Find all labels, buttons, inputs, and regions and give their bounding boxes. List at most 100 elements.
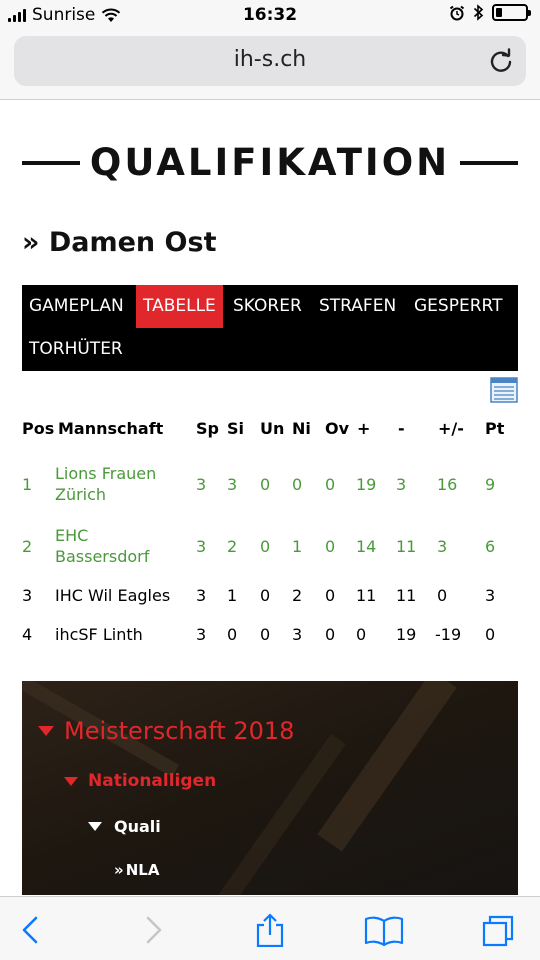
row-pt: 9 — [485, 475, 496, 494]
table-row: 2 EHC Bassersdorf 3 2 0 1 0 14 11 3 6 — [22, 523, 518, 567]
league-title: » Damen Ost — [22, 227, 217, 258]
row-pt: 0 — [485, 625, 496, 644]
row-team-line2[interactable]: Zürich — [55, 484, 106, 505]
page-content: QUALIFIKATION » Damen Ost GAMEPLAN TABEL… — [0, 101, 540, 895]
menu-label[interactable]: Meisterschaft 2018 — [64, 717, 294, 745]
row-diff: -19 — [435, 625, 462, 644]
row-un: 0 — [260, 475, 271, 494]
bookmarks-icon[interactable] — [364, 913, 404, 947]
row-pt: 6 — [485, 537, 496, 556]
menu-nationalligen[interactable]: Nationalligen — [64, 771, 216, 791]
col-team: Mannschaft — [58, 419, 164, 438]
row-ni: 0 — [292, 475, 303, 494]
tab-skorer[interactable]: SKORER — [226, 285, 309, 328]
url-text[interactable]: ih-s.ch — [14, 47, 526, 72]
caret-down-icon — [38, 726, 54, 736]
double-chevron-icon: » — [114, 861, 124, 879]
col-ov: Ov — [325, 419, 350, 438]
row-sp: 3 — [196, 625, 207, 644]
menu-meisterschaft-2018[interactable]: Meisterschaft 2018 — [38, 717, 294, 745]
bluetooth-icon — [473, 4, 484, 21]
row-team-line1[interactable]: Lions Frauen — [55, 463, 156, 484]
row-team[interactable]: ihcSF Linth — [55, 625, 143, 644]
browser-address-bar: ih-s.ch — [0, 30, 540, 100]
row-plus: 11 — [356, 586, 377, 605]
row-team-line1[interactable]: EHC — [55, 525, 88, 546]
url-field[interactable]: ih-s.ch — [14, 36, 526, 86]
row-team-line2[interactable]: Bassersdorf — [55, 546, 149, 567]
heading-rule-right — [460, 161, 518, 165]
row-plus: 19 — [356, 475, 377, 494]
row-un: 0 — [260, 537, 271, 556]
row-pos: 2 — [22, 537, 33, 556]
row-si: 2 — [227, 537, 238, 556]
row-si: 1 — [227, 586, 238, 605]
row-minus: 3 — [396, 475, 407, 494]
row-un: 0 — [260, 625, 271, 644]
tab-gesperrt[interactable]: GESPERRT — [407, 285, 509, 328]
row-team[interactable]: IHC Wil Eagles — [55, 586, 170, 605]
reload-icon[interactable] — [488, 48, 514, 74]
col-si: Si — [227, 419, 245, 438]
tab-gameplan[interactable]: GAMEPLAN — [22, 285, 131, 328]
menu-label[interactable]: Nationalligen — [88, 771, 216, 791]
table-row: 4 ihcSF Linth 3 0 0 3 0 0 19 -19 0 — [22, 623, 518, 647]
forward-icon[interactable] — [134, 913, 170, 947]
row-sp: 3 — [196, 537, 207, 556]
page-heading: QUALIFIKATION — [22, 141, 518, 191]
table-header-row: Pos Mannschaft Sp Si Un Ni Ov + - +/- Pt — [22, 411, 518, 447]
col-sp: Sp — [196, 419, 219, 438]
row-plus: 14 — [356, 537, 377, 556]
row-pos: 1 — [22, 475, 33, 494]
row-ni: 2 — [292, 586, 303, 605]
caret-down-icon — [64, 776, 78, 786]
share-icon[interactable] — [252, 913, 288, 947]
page-title: QUALIFIKATION — [89, 141, 451, 184]
row-pos: 4 — [22, 625, 33, 644]
row-pt: 3 — [485, 586, 496, 605]
col-un: Un — [260, 419, 285, 438]
row-ov: 0 — [325, 625, 336, 644]
tabs-icon[interactable] — [480, 913, 516, 947]
tab-tabelle[interactable]: TABELLE — [136, 285, 223, 328]
col-minus: - — [398, 419, 405, 438]
row-ov: 0 — [325, 586, 336, 605]
col-plus: + — [357, 419, 371, 438]
table-row: 1 Lions Frauen Zürich 3 3 0 0 0 19 3 16 … — [22, 461, 518, 505]
row-diff: 3 — [437, 537, 448, 556]
row-ni: 1 — [292, 537, 303, 556]
row-diff: 16 — [437, 475, 458, 494]
menu-label[interactable]: NLA — [126, 861, 160, 879]
battery-level — [496, 8, 502, 17]
row-ni: 3 — [292, 625, 303, 644]
caret-down-icon — [88, 822, 102, 831]
col-diff: +/- — [438, 419, 464, 438]
alarm-icon — [449, 5, 465, 20]
row-sp: 3 — [196, 475, 207, 494]
row-ov: 0 — [325, 537, 336, 556]
row-plus: 0 — [356, 625, 367, 644]
tab-torhueter[interactable]: TORHÜTER — [22, 328, 130, 371]
row-minus: 11 — [396, 586, 417, 605]
row-sp: 3 — [196, 586, 207, 605]
battery-icon — [492, 4, 531, 21]
navigation-panel: Meisterschaft 2018 Nationalligen Quali »… — [22, 681, 518, 895]
status-right — [449, 4, 531, 21]
menu-nla[interactable]: » NLA — [114, 861, 159, 879]
col-pos: Pos — [22, 419, 55, 438]
tab-strafen[interactable]: STRAFEN — [312, 285, 403, 328]
menu-quali[interactable]: Quali — [88, 817, 161, 836]
col-pt: Pt — [485, 419, 505, 438]
table-view-icon[interactable] — [490, 377, 518, 403]
row-ov: 0 — [325, 475, 336, 494]
table-row: 3 IHC Wil Eagles 3 1 0 2 0 11 11 0 3 — [22, 584, 518, 608]
background-beam — [216, 733, 346, 895]
row-diff: 0 — [437, 586, 448, 605]
row-minus: 19 — [396, 625, 417, 644]
row-un: 0 — [260, 586, 271, 605]
background-beam — [317, 681, 457, 852]
status-bar: Sunrise 16:32 — [0, 0, 540, 30]
menu-label[interactable]: Quali — [114, 817, 161, 836]
back-icon[interactable] — [14, 913, 50, 947]
row-si: 0 — [227, 625, 238, 644]
